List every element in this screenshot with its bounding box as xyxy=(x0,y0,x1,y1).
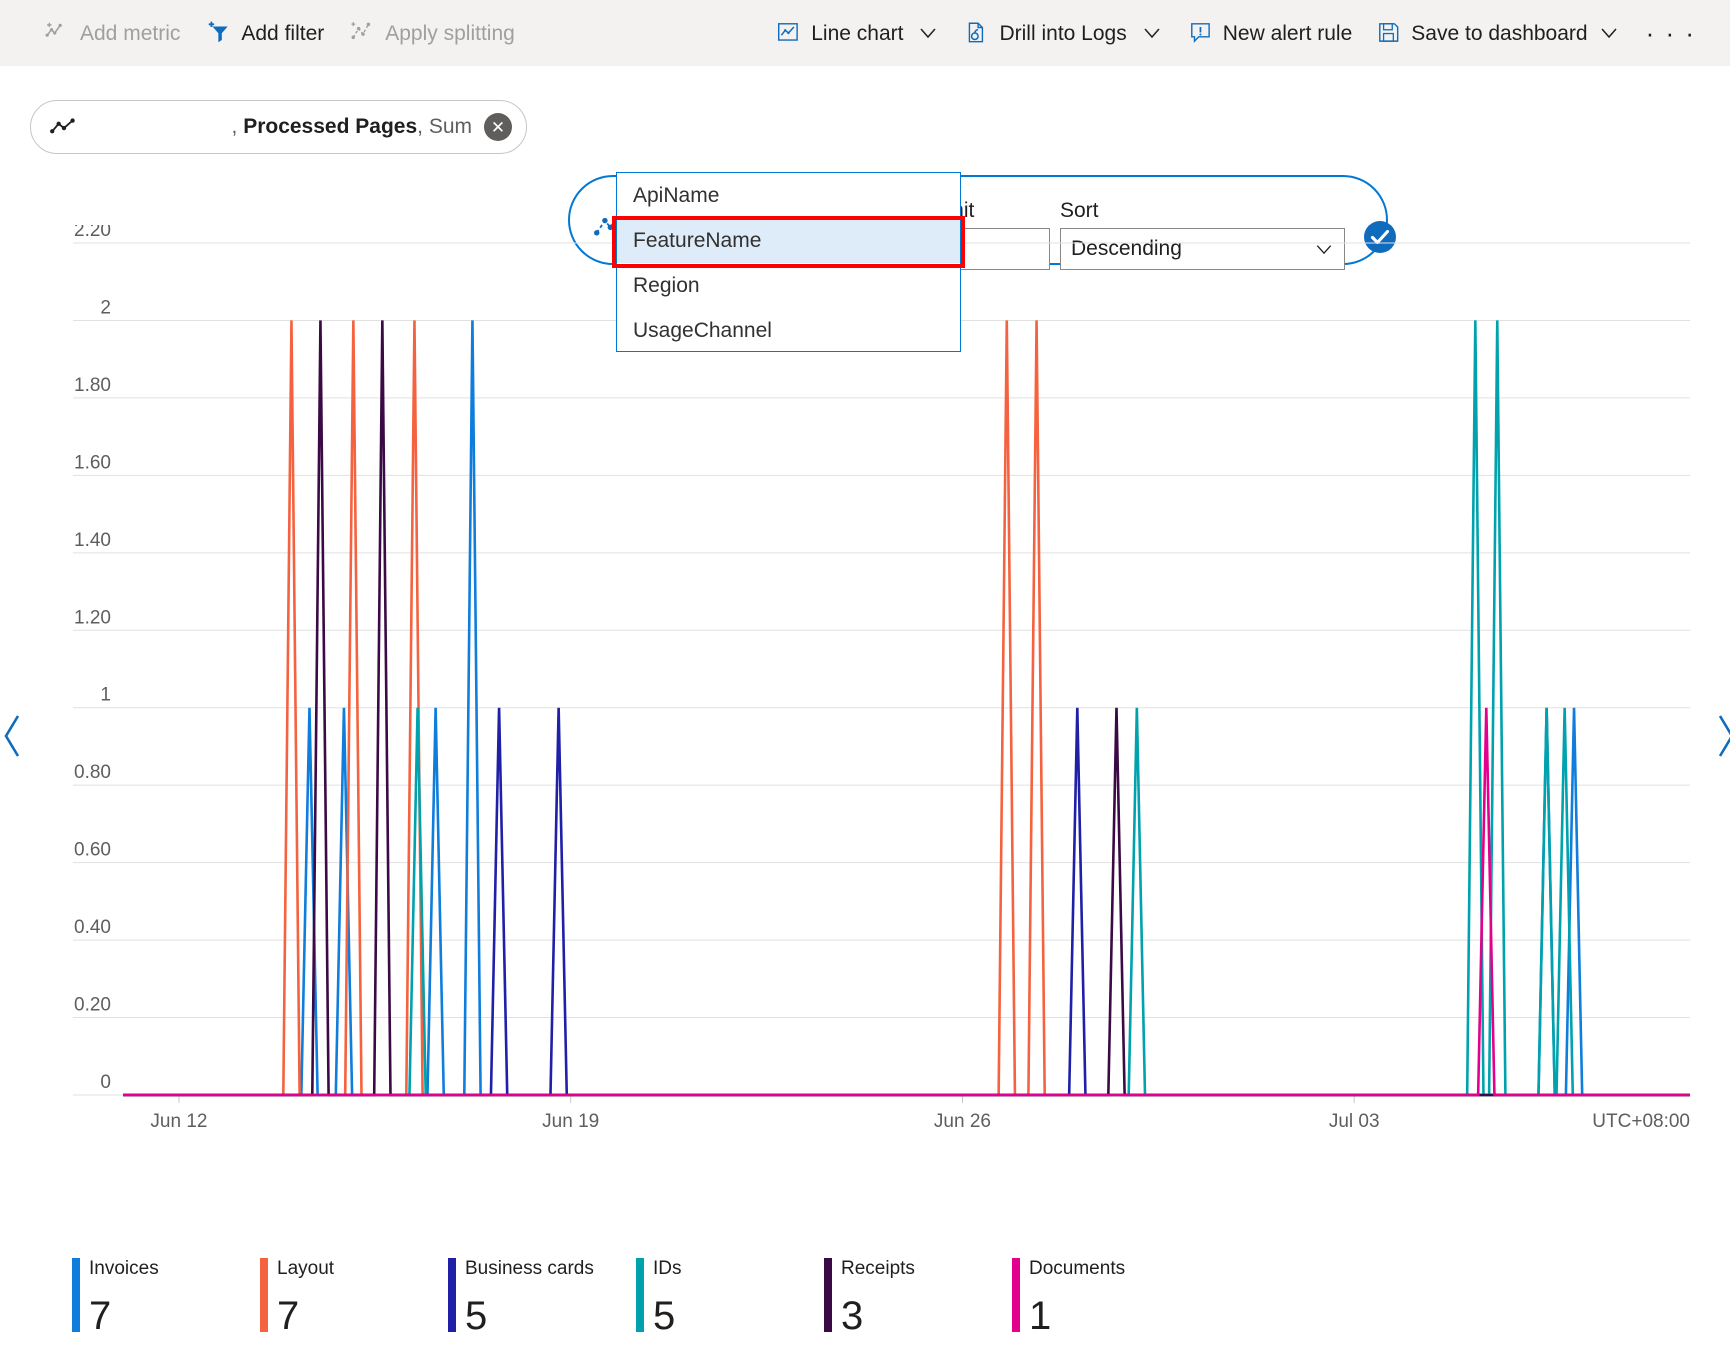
dropdown-option-apiname[interactable]: ApiName xyxy=(617,173,960,218)
line-chart-button[interactable]: Line chart xyxy=(765,11,951,55)
legend-series-value: 5 xyxy=(465,1294,488,1338)
metric-chip-text: , Processed Pages, Sum xyxy=(79,115,484,139)
values-dropdown-list: ApiName FeatureName Region UsageChannel xyxy=(616,172,961,352)
legend-series-value: 5 xyxy=(653,1294,676,1338)
add-filter-button[interactable]: Add filter xyxy=(195,11,335,55)
chart-canvas: 0 0.20 0.40 0.60 0.80 1 1.20 1.40 1.60 1.80 2 2.20 J… xyxy=(73,225,1690,1132)
y-axis-tick-label: 0 xyxy=(100,1072,111,1093)
y-axis-tick-label: 0.20 xyxy=(74,995,111,1016)
legend-item[interactable]: Business cards 5 xyxy=(448,1258,636,1336)
y-axis-tick-label: 0.60 xyxy=(74,840,111,861)
x-axis-tick-label: Jun 26 xyxy=(934,1111,991,1132)
y-axis-tick-label: 2 xyxy=(100,297,111,318)
y-axis-tick-label: 1.40 xyxy=(74,530,111,551)
dropdown-option-featurename[interactable]: FeatureName xyxy=(617,218,960,263)
legend-series-value: 7 xyxy=(277,1294,300,1338)
chart-previous-button[interactable] xyxy=(0,712,26,760)
command-toolbar: Add metric Add filter Apply splitting Li… xyxy=(0,0,1730,66)
apply-splitting-label: Apply splitting xyxy=(385,21,515,45)
legend-color-swatch xyxy=(72,1258,80,1332)
metric-chip-separator-2: , xyxy=(417,115,423,138)
legend-series-name: Receipts xyxy=(841,1258,915,1279)
legend-item[interactable]: Invoices 7 xyxy=(72,1258,260,1336)
chevron-down-icon xyxy=(1144,28,1160,39)
metric-controls-row: , Processed Pages, Sum ✕ Values FeatureN… xyxy=(0,95,1730,270)
chevron-down-icon xyxy=(1601,28,1617,39)
metric-chip-separator: , xyxy=(231,115,238,138)
legend-series-name: Documents xyxy=(1029,1258,1126,1279)
dropdown-option-usagechannel[interactable]: UsageChannel xyxy=(617,308,960,353)
sort-label: Sort xyxy=(1060,199,1099,222)
metric-chip-metric: Processed Pages xyxy=(243,115,418,138)
line-chart-label: Line chart xyxy=(811,21,904,45)
legend-series-value: 1 xyxy=(1029,1294,1052,1338)
apply-splitting-icon xyxy=(351,22,371,40)
y-axis-tick-label: 2.20 xyxy=(74,225,111,241)
y-axis-tick-label: 1.80 xyxy=(74,375,111,396)
chevron-down-icon xyxy=(920,28,937,39)
new-alert-rule-button[interactable]: New alert rule xyxy=(1177,11,1364,55)
legend-series-name: IDs xyxy=(653,1258,682,1279)
legend-item[interactable]: Receipts 3 xyxy=(824,1258,1012,1336)
drill-logs-icon xyxy=(969,22,984,43)
legend-color-swatch xyxy=(1012,1258,1020,1332)
add-filter-label: Add filter xyxy=(241,21,325,45)
legend-color-swatch xyxy=(448,1258,456,1332)
remove-metric-button[interactable]: ✕ xyxy=(484,113,512,141)
legend-series-name: Invoices xyxy=(89,1258,159,1279)
y-axis-tick-label: 1.60 xyxy=(74,452,111,473)
legend-series-value: 7 xyxy=(89,1294,112,1338)
save-to-dashboard-label: Save to dashboard xyxy=(1411,21,1588,45)
chart-legend: Invoices 7 Layout 7 Business cards 5 IDs… xyxy=(72,1258,1200,1336)
legend-item[interactable]: Documents 1 xyxy=(1012,1258,1200,1336)
new-alert-rule-label: New alert rule xyxy=(1222,21,1353,45)
alert-rule-icon xyxy=(1190,23,1210,43)
legend-color-swatch xyxy=(824,1258,832,1332)
metrics-chart: 0 0.20 0.40 0.60 0.80 1 1.20 1.40 1.60 1.80 2 2.20 J… xyxy=(0,225,1730,1245)
add-metric-icon xyxy=(45,22,62,37)
add-metric-label: Add metric xyxy=(80,21,181,45)
y-axis-tick-label: 1 xyxy=(100,685,111,706)
line-chart-icon xyxy=(778,23,799,41)
metric-chip-aggregation: Sum xyxy=(428,115,472,138)
legend-series-name: Layout xyxy=(277,1258,335,1279)
more-commands-button[interactable]: · · · xyxy=(1634,20,1708,46)
legend-item[interactable]: Layout 7 xyxy=(260,1258,448,1336)
y-axis-tick-label: 1.20 xyxy=(74,607,111,628)
legend-series-name: Business cards xyxy=(465,1258,594,1279)
y-axis-tick-label: 0.40 xyxy=(74,917,111,938)
toolbar-right-group: Line chart Drill into Logs New alert rul… xyxy=(765,11,1708,55)
chart-next-button[interactable] xyxy=(1712,712,1730,760)
apply-splitting-button[interactable]: Apply splitting xyxy=(339,11,526,55)
x-axis-tick-label: Jul 03 xyxy=(1329,1111,1380,1132)
save-icon xyxy=(1379,23,1399,42)
legend-item[interactable]: IDs 5 xyxy=(636,1258,824,1336)
legend-color-swatch xyxy=(636,1258,644,1332)
timezone-label: UTC+08:00 xyxy=(1592,1111,1690,1132)
x-axis-tick-label: Jun 19 xyxy=(542,1111,599,1132)
dropdown-option-region[interactable]: Region xyxy=(617,263,960,308)
metric-chip[interactable]: , Processed Pages, Sum ✕ xyxy=(30,100,527,154)
legend-series-value: 3 xyxy=(841,1294,864,1338)
y-axis-tick-label: 0.80 xyxy=(74,762,111,783)
line-chart-icon xyxy=(50,118,75,134)
toolbar-left-group: Add metric Add filter Apply splitting xyxy=(34,11,526,55)
drill-into-logs-button[interactable]: Drill into Logs xyxy=(953,11,1174,55)
legend-color-swatch xyxy=(260,1258,268,1332)
drill-into-logs-label: Drill into Logs xyxy=(999,21,1127,45)
add-filter-icon xyxy=(209,21,229,43)
x-axis-tick-label: Jun 12 xyxy=(150,1111,207,1132)
add-metric-button[interactable]: Add metric xyxy=(34,11,191,55)
save-to-dashboard-button[interactable]: Save to dashboard xyxy=(1365,11,1631,55)
